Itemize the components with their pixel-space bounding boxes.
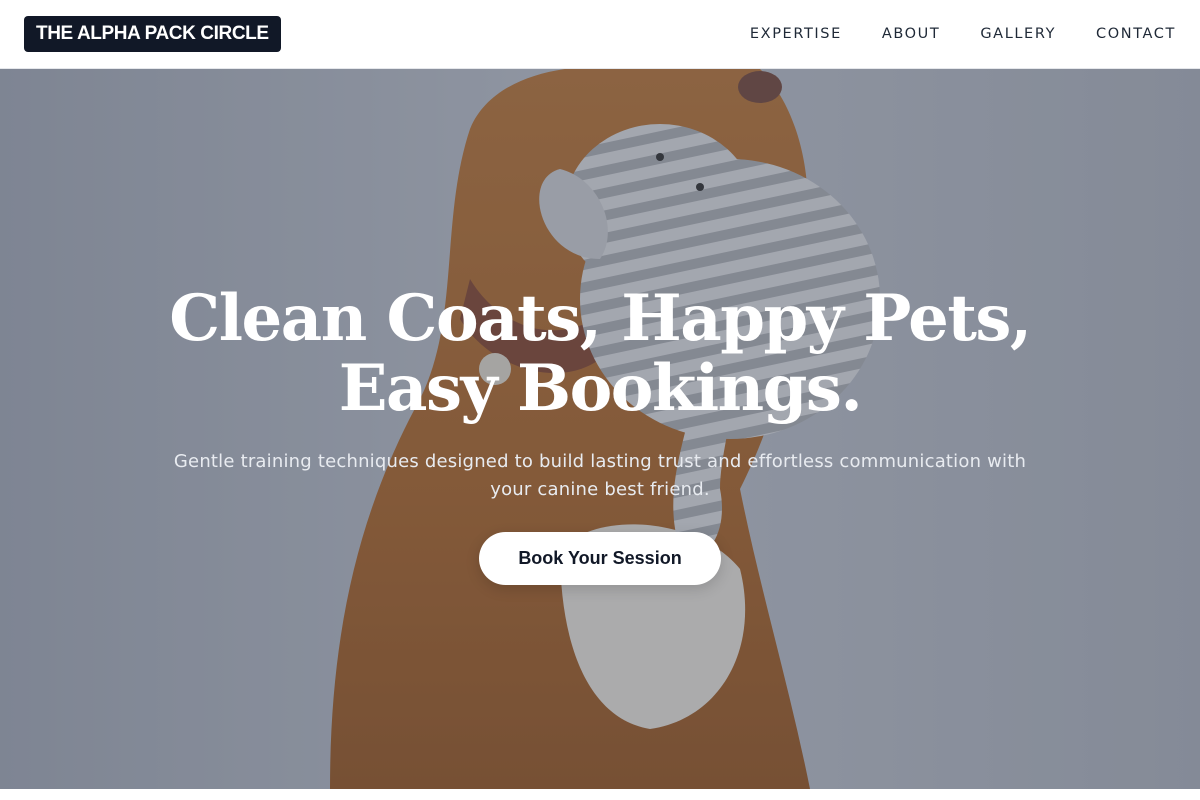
bottom-strip [0, 789, 1200, 800]
hero-subtitle: Gentle training techniques designed to b… [173, 451, 1027, 500]
book-session-button[interactable]: Book Your Session [479, 532, 721, 585]
hero-title-line2: Easy Bookings. [338, 351, 863, 426]
hero-title-line1: Clean Coats, Happy Pets, [169, 281, 1032, 356]
hero-title: Clean Coats, Happy Pets, Easy Bookings. [150, 284, 1050, 424]
main-nav: EXPERTISE ABOUT GALLERY CONTACT [750, 26, 1176, 42]
nav-link-contact[interactable]: CONTACT [1096, 26, 1176, 42]
hero-content: Clean Coats, Happy Pets, Easy Bookings. … [0, 284, 1200, 585]
nav-link-about[interactable]: ABOUT [882, 26, 941, 42]
site-logo[interactable]: THE ALPHA PACK CIRCLE [24, 16, 281, 52]
nav-link-expertise[interactable]: EXPERTISE [750, 26, 842, 42]
site-header: THE ALPHA PACK CIRCLE EXPERTISE ABOUT GA… [0, 0, 1200, 69]
nav-link-gallery[interactable]: GALLERY [980, 26, 1056, 42]
hero-section: Clean Coats, Happy Pets, Easy Bookings. … [0, 69, 1200, 789]
